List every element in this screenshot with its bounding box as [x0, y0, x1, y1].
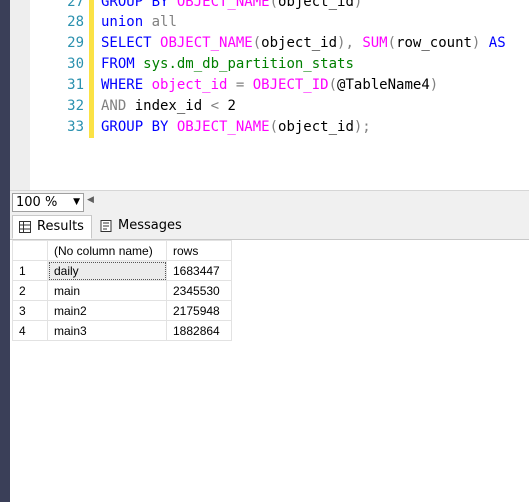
code-token: GROUP BY	[101, 119, 177, 135]
code-token: ),	[337, 35, 363, 51]
editor-status-bar: 100 % ▼ ◀	[10, 190, 529, 213]
column-header[interactable]: rows	[166, 240, 232, 261]
code-line[interactable]: 33 GROUP BY OBJECT_NAME(object_id);	[10, 117, 529, 138]
query-editor[interactable]: 27 GROUP BY OBJECT_NAME(object_id) 28 union…	[10, 0, 529, 190]
row-number[interactable]: 2	[12, 280, 48, 301]
code-token: (	[328, 77, 338, 93]
code-token: object_id	[278, 119, 354, 135]
code-text: SELECT OBJECT_NAME(object_id), SUM(row_c…	[101, 33, 506, 54]
code-token: GROUP BY	[101, 0, 177, 10]
line-number: 31	[67, 77, 84, 93]
code-token: @TableName4	[337, 77, 430, 93]
messages-icon	[100, 220, 112, 232]
code-token: 2	[227, 98, 236, 114]
change-indicator	[89, 75, 94, 96]
code-text: WHERE object_id = OBJECT_ID(@TableName4)	[101, 75, 438, 96]
code-token: (	[252, 35, 262, 51]
code-token: union	[101, 14, 144, 30]
scroll-left-icon[interactable]: ◀	[87, 195, 94, 205]
table-row: 2 main 2345530	[12, 280, 232, 301]
grid-cell[interactable]: 2175948	[166, 300, 232, 321]
grid-cell[interactable]: main	[47, 280, 167, 301]
code-token: row_count	[396, 35, 472, 51]
code-token: WHERE	[101, 77, 152, 93]
line-number: 33	[67, 119, 84, 135]
results-grid: (No column name) rows 1 daily 1683447 2 …	[12, 240, 232, 341]
line-number: 29	[67, 35, 84, 51]
code-token: OBJECT_NAME	[176, 0, 270, 10]
code-token: );	[353, 119, 371, 135]
table-row: 3 main2 2175948	[12, 300, 232, 321]
code-token: )	[429, 77, 439, 93]
code-token: (	[269, 119, 279, 135]
code-line[interactable]: 28 union all	[10, 12, 529, 33]
code-text: union all	[101, 12, 177, 33]
code-token: AND	[101, 98, 135, 114]
results-grid-area[interactable]: (No column name) rows 1 daily 1683447 2 …	[10, 239, 529, 503]
tab-messages-label: Messages	[118, 218, 182, 233]
zoom-select[interactable]: 100 % ▼	[12, 193, 84, 212]
code-token: <	[210, 98, 228, 114]
code-text: FROM sys.dm_db_partition_stats	[101, 54, 354, 75]
change-indicator	[89, 54, 94, 75]
grid-cell[interactable]: 1683447	[166, 260, 232, 281]
tab-results[interactable]: Results	[12, 215, 92, 239]
code-token: FROM	[101, 56, 144, 72]
code-line[interactable]: 30 FROM sys.dm_db_partition_stats	[10, 54, 529, 75]
row-number[interactable]: 3	[12, 300, 48, 321]
code-text: GROUP BY OBJECT_NAME(object_id);	[101, 117, 371, 138]
column-header[interactable]: (No column name)	[47, 240, 167, 261]
grid-cell[interactable]: main2	[47, 300, 167, 321]
code-token: object_id	[261, 35, 338, 51]
code-text: AND index_id < 2	[101, 96, 236, 117]
chevron-down-icon: ▼	[73, 197, 80, 207]
code-token: sys.dm_db_partition_stats	[143, 56, 354, 72]
code-token: SUM	[362, 35, 388, 51]
tab-messages[interactable]: Messages	[94, 215, 186, 237]
row-number[interactable]: 1	[12, 260, 48, 281]
tab-results-label: Results	[37, 219, 84, 234]
change-indicator	[89, 33, 94, 54]
change-indicator	[89, 117, 94, 138]
results-tab-strip: Results Messages	[10, 213, 529, 239]
code-token: (	[269, 0, 279, 10]
grid-cell[interactable]: 2345530	[166, 280, 232, 301]
line-number: 30	[67, 56, 84, 72]
code-line[interactable]: 31 WHERE object_id = OBJECT_ID(@TableName…	[10, 75, 529, 96]
grid-icon	[19, 221, 31, 233]
row-number-header[interactable]	[12, 240, 48, 261]
code-token: (	[387, 35, 397, 51]
code-token: OBJECT_NAME	[176, 119, 270, 135]
code-token: AS	[488, 35, 506, 51]
code-token: )	[353, 0, 363, 10]
row-number[interactable]: 4	[12, 320, 48, 341]
code-token: OBJECT_NAME	[160, 35, 253, 51]
change-indicator	[89, 12, 94, 33]
change-indicator	[89, 96, 94, 117]
grid-cell[interactable]: main3	[47, 320, 167, 341]
code-token: object_id	[278, 0, 354, 10]
grid-cell[interactable]: 1882864	[166, 320, 232, 341]
table-row: 1 daily 1683447	[12, 260, 232, 281]
code-token: SELECT	[101, 35, 161, 51]
line-number: 28	[67, 14, 84, 30]
grid-header-row: (No column name) rows	[12, 240, 232, 261]
code-token: OBJECT_ID	[252, 77, 329, 93]
line-number: 32	[67, 98, 84, 114]
left-window-edge	[0, 0, 10, 502]
code-line[interactable]: 32 AND index_id < 2	[10, 96, 529, 117]
zoom-value: 100 %	[16, 195, 58, 210]
code-token: index_id	[134, 98, 211, 114]
code-token: object_id	[151, 77, 228, 93]
code-token: all	[151, 14, 177, 30]
code-line[interactable]: 29 SELECT OBJECT_NAME(object_id), SUM(row…	[10, 33, 529, 54]
table-row: 4 main3 1882864	[12, 320, 232, 341]
code-token: =	[227, 77, 253, 93]
grid-cell[interactable]: daily	[47, 260, 167, 281]
code-token: )	[471, 35, 489, 51]
